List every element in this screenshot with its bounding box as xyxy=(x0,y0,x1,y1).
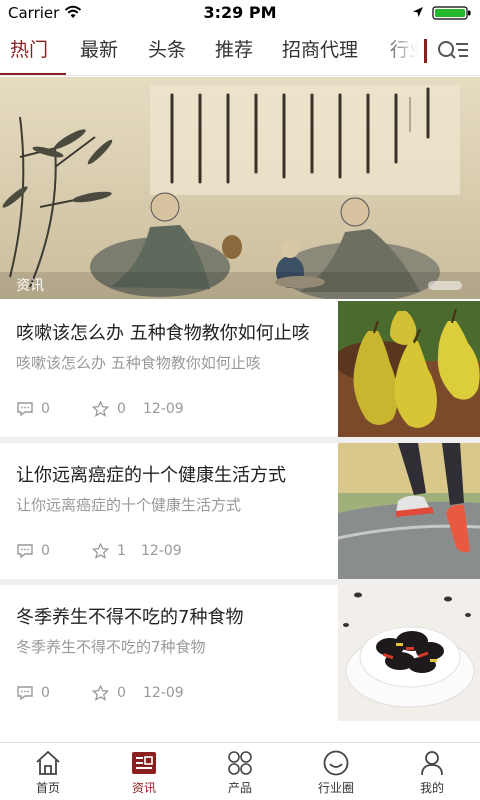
star-icon xyxy=(92,543,109,559)
nav-home-label: 首页 xyxy=(35,781,60,795)
tab-latest[interactable]: 最新 xyxy=(80,26,118,75)
category-menu-button[interactable] xyxy=(434,36,474,66)
article-date: 12-09 xyxy=(141,543,182,559)
article-thumbnail xyxy=(338,443,480,579)
tab-scroll-fade xyxy=(380,26,424,75)
bottom-tab-bar: 首页 资讯 产品 行业圈 我的 xyxy=(0,742,480,800)
article-item[interactable]: 冬季养生不得不吃的7种食物 冬季养生不得不吃的7种食物 0 0 12-09 xyxy=(0,585,480,721)
nav-news-label: 资讯 xyxy=(131,781,156,795)
article-thumbnail xyxy=(338,301,480,437)
circle-smile-icon xyxy=(323,750,349,776)
nav-news[interactable]: 资讯 xyxy=(96,743,192,800)
tab-menu-separator xyxy=(424,39,427,63)
pears-photo xyxy=(338,301,480,437)
article-item[interactable]: 让你远离癌症的十个健康生活方式 让你远离癌症的十个健康生活方式 0 1 12-0… xyxy=(0,443,480,579)
article-title: 让你远离癌症的十个健康生活方式 xyxy=(16,465,286,486)
grid-products-icon xyxy=(228,751,252,775)
comment-count: 0 xyxy=(16,684,56,702)
tab-hot[interactable]: 热门 xyxy=(10,26,48,75)
news-icon xyxy=(132,752,156,774)
list-bottom-space xyxy=(0,721,480,742)
article-summary: 冬季养生不得不吃的7种食物 xyxy=(16,638,206,656)
article-date: 12-09 xyxy=(143,685,184,701)
banner-carousel[interactable]: 资讯 xyxy=(0,77,480,299)
home-icon xyxy=(36,750,60,775)
article-thumbnail xyxy=(338,585,480,721)
battery-icon xyxy=(432,6,471,20)
carousel-indicator xyxy=(428,281,462,290)
article-summary: 咳嗽该怎么办 五种食物教你如何止咳 xyxy=(16,354,261,372)
comment-icon xyxy=(17,686,33,701)
nav-industry-circle[interactable]: 行业圈 xyxy=(288,743,384,800)
like-count: 0 xyxy=(92,400,132,418)
active-tab-indicator xyxy=(0,73,66,75)
article-item[interactable]: 咳嗽该怎么办 五种食物教你如何止咳 咳嗽该怎么办 五种食物教你如何止咳 0 0 … xyxy=(0,301,480,437)
comment-count: 0 xyxy=(16,542,56,560)
location-arrow-icon xyxy=(413,7,423,17)
banner-caption-bar xyxy=(0,272,480,299)
article-summary: 让你远离癌症的十个健康生活方式 xyxy=(16,496,242,514)
comment-count: 0 xyxy=(16,400,56,418)
nav-home[interactable]: 首页 xyxy=(0,743,96,800)
nav-profile[interactable]: 我的 xyxy=(384,743,480,800)
search-menu-icon xyxy=(438,41,468,59)
like-count: 1 xyxy=(92,542,132,560)
category-tab-bar: 热门 最新 头条 推荐 招商代理 行业 xyxy=(0,26,480,76)
banner-painting-image xyxy=(0,77,480,299)
nav-industry-circle-label: 行业圈 xyxy=(317,781,354,795)
article-title: 咳嗽该怎么办 五种食物教你如何止咳 xyxy=(16,323,310,344)
nav-profile-label: 我的 xyxy=(419,781,444,795)
clock: 3:29 PM xyxy=(203,3,277,22)
status-bar: Carrier 3:29 PM xyxy=(0,0,480,26)
tab-headlines[interactable]: 头条 xyxy=(148,26,186,75)
star-icon xyxy=(92,401,109,417)
like-count: 0 xyxy=(92,684,132,702)
comment-icon xyxy=(17,402,33,417)
running-shoes-photo xyxy=(338,443,480,579)
banner-caption: 资讯 xyxy=(16,278,44,294)
nav-products-label: 产品 xyxy=(227,781,252,795)
comment-icon xyxy=(17,544,33,559)
black-fungus-dish-photo xyxy=(338,585,480,721)
article-date: 12-09 xyxy=(143,401,184,417)
user-icon xyxy=(421,751,443,776)
article-title: 冬季养生不得不吃的7种食物 xyxy=(16,607,244,628)
nav-products[interactable]: 产品 xyxy=(192,743,288,800)
tab-franchise[interactable]: 招商代理 xyxy=(282,26,358,75)
star-icon xyxy=(92,685,109,701)
tab-recommended[interactable]: 推荐 xyxy=(215,26,253,75)
